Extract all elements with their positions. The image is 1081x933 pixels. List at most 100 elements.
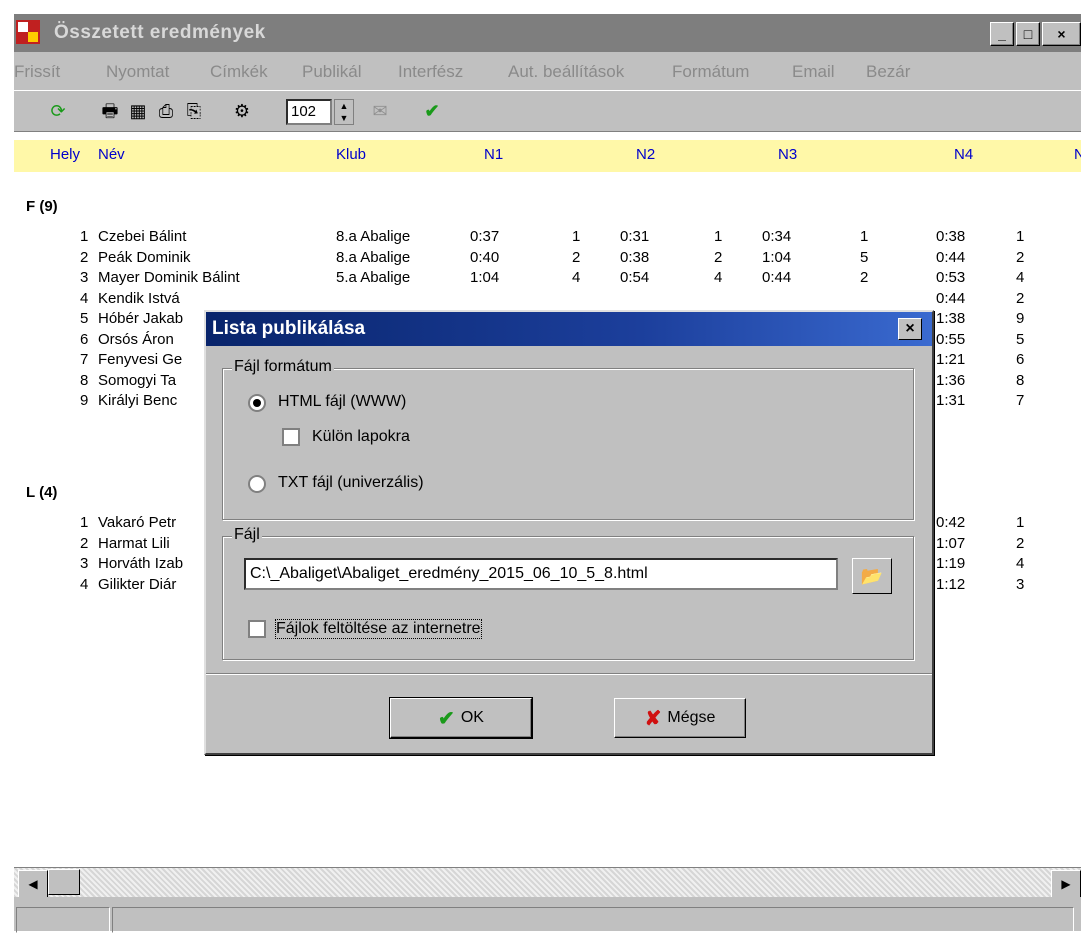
spin-stepper[interactable]: ▲ ▼ [334,99,354,125]
dialog-separator [206,673,932,675]
menu-aut-beallitasok[interactable]: Aut. beállítások [508,62,624,82]
cell-n4: 0:38 [936,228,966,245]
col-hely[interactable]: Hely [50,146,80,163]
col-n1[interactable]: N1 [484,146,503,163]
col-n3[interactable]: N3 [778,146,797,163]
scroll-left-icon[interactable]: ◀ [18,870,48,898]
status-panel-1 [16,907,110,933]
separate-pages-checkbox[interactable] [282,428,300,446]
browse-button[interactable]: 📂 [852,558,892,594]
toolbar: ⟳ 🖶 ▦ ⎙ ⎘ ⚙ ✉ ✔ [14,90,1081,132]
minimize-button[interactable]: _ [990,22,1014,46]
menu-frissit[interactable]: Frissít [14,62,60,82]
status-panel-2 [112,907,1074,933]
cell-name: Királyi Benc [98,392,178,409]
horizontal-scrollbar[interactable]: ◀ ▶ [14,867,1081,898]
cell-p4: 9 [1016,310,1025,327]
folder-open-icon: 📂 [860,566,884,586]
cell-p2: 1 [714,228,723,245]
cell-name: Gilikter Diár [98,575,177,593]
dialog-titlebar[interactable]: Lista publikálása [206,312,932,346]
window-title: Összetett eredmények [54,22,266,43]
ok-label: OK [460,709,484,726]
cell-name: Orsós Áron [98,330,174,348]
grid-icon[interactable]: ▦ [126,99,150,123]
col-klub[interactable]: Klub [336,146,366,163]
txt-radio-label[interactable]: TXT fájl (univerzális) [278,474,424,492]
cell-name: Somogyi Ta [98,371,177,389]
column-header: Hely Név Klub N1 N2 N3 N4 N [14,140,1081,172]
cell-n4: 1:31 [936,392,966,409]
cell-n4: 1:07 [936,534,966,552]
menu-nyomtat[interactable]: Nyomtat [106,62,169,82]
cell-p4: 5 [1016,330,1025,348]
dialog-close-button[interactable]: × [898,318,922,340]
cell-club: 5.a Abalige [336,269,411,286]
cell-n2: 0:54 [620,269,650,286]
close-button[interactable]: × [1042,22,1081,46]
cell-p4: 4 [1016,555,1025,572]
cell-p4: 6 [1016,351,1025,368]
cell-n3: 0:34 [762,228,792,245]
window-titlebar[interactable]: Összetett eredmények [14,14,1081,52]
cell-p4: 2 [1016,289,1025,307]
spin-value-input[interactable]: 102 [286,99,332,125]
cell-p1: 2 [572,248,581,266]
cancel-button[interactable]: ✘ Mégse [614,698,746,738]
scroll-thumb[interactable] [48,869,80,895]
status-bar [14,897,1081,933]
cell-p3: 5 [860,248,869,266]
cell-n1: 0:37 [470,228,500,245]
cell-p2: 4 [714,269,723,286]
cell-club: 8.a Abalige [336,248,411,266]
html-radio-label[interactable]: HTML fájl (WWW) [278,393,406,411]
cell-place: 1 [80,228,89,245]
col-nev[interactable]: Név [98,146,125,163]
cell-p1: 4 [572,269,581,286]
cell-p4: 3 [1016,575,1025,593]
html-radio[interactable] [248,394,266,412]
cell-n2: 0:31 [620,228,650,245]
cell-p2: 2 [714,248,723,266]
scroll-right-icon[interactable]: ▶ [1051,870,1081,898]
col-n4[interactable]: N4 [954,146,973,163]
menu-interfesz[interactable]: Interfész [398,62,463,82]
cell-place: 8 [80,371,89,389]
upload-checkbox[interactable] [248,620,266,638]
file-path-input[interactable]: C:\_Abaliget\Abaliget_eredmény_2015_06_1… [244,558,838,590]
menu-cimkek[interactable]: Címkék [210,62,268,82]
cell-n4: 1:38 [936,310,966,327]
print-preview-icon[interactable]: ⎙ [154,99,178,123]
cell-p4: 7 [1016,392,1025,409]
file-groupbox [222,536,914,660]
group-header-l: L (4) [26,484,58,501]
menu-bezar[interactable]: Bezár [866,62,910,82]
upload-label[interactable]: Fájlok feltöltése az internetre [275,619,482,639]
ok-button[interactable]: ✔ OK [389,697,533,739]
txt-radio[interactable] [248,475,266,493]
col-n2[interactable]: N2 [636,146,655,163]
x-icon: ✘ [644,707,662,730]
cell-p4: 2 [1016,248,1025,266]
refresh-icon[interactable]: ⟳ [46,99,70,123]
menu-publikal[interactable]: Publikál [302,62,362,82]
menu-formatum[interactable]: Formátum [672,62,749,82]
cell-p4: 8 [1016,371,1025,389]
separate-pages-label[interactable]: Külön lapokra [312,428,410,446]
cell-name: Peák Dominik [98,248,191,266]
print-icon[interactable]: 🖶 [98,99,122,123]
menu-email[interactable]: Email [792,62,835,82]
cell-place: 5 [80,310,89,327]
print-setup-icon[interactable]: ⎘ [182,99,206,123]
cell-place: 3 [80,269,89,286]
cell-p4: 4 [1016,269,1025,286]
cell-n3: 1:04 [762,248,792,266]
settings-icon[interactable]: ⚙ [230,99,254,123]
apply-check-icon[interactable]: ✔ [420,99,444,123]
maximize-button[interactable]: □ [1016,22,1040,46]
email-icon[interactable]: ✉ [368,99,392,123]
cell-n1: 0:40 [470,248,500,266]
check-icon: ✔ [438,707,455,730]
cell-n3: 0:44 [762,269,792,286]
col-n5[interactable]: N [1074,146,1081,163]
